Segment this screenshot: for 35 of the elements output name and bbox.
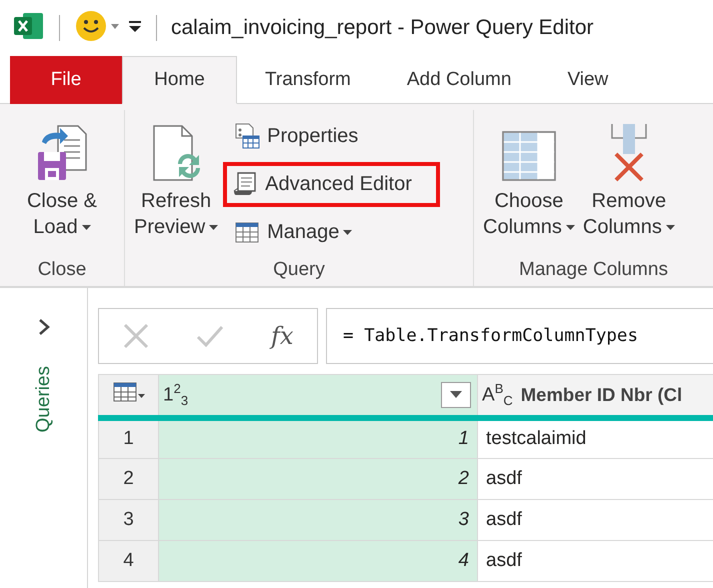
window-title: calaim_invoicing_report - Power Query Editor <box>171 16 594 40</box>
customize-toolbar-icon[interactable] <box>128 18 142 32</box>
table-cell: 4 <box>158 540 478 582</box>
row-number: 2 <box>98 458 158 500</box>
smiley-icon[interactable] <box>74 8 120 42</box>
table-menu-icon[interactable] <box>112 380 146 403</box>
caret-icon <box>450 390 462 399</box>
remove-columns-button[interactable]: Remove Columns <box>580 110 678 255</box>
queries-pane-label[interactable]: Queries <box>32 366 54 433</box>
group-label: Close <box>36 258 88 281</box>
close-load-button[interactable]: Close & Load <box>24 110 100 255</box>
row-number: 4 <box>98 540 158 582</box>
row-number: 3 <box>98 500 158 540</box>
properties-icon <box>233 122 262 150</box>
ribbon-tab[interactable]: Add Column <box>378 56 540 104</box>
table-cell: 2 <box>158 458 478 500</box>
file-tab[interactable]: File <box>10 56 122 104</box>
choose-columns-button[interactable]: Choose Columns <box>480 110 578 255</box>
manage-button[interactable]: Manage <box>223 210 440 255</box>
spreadsheet-app-icon[interactable] <box>13 10 45 40</box>
function-label[interactable]: fx <box>270 322 294 350</box>
ribbon-tab[interactable]: View <box>539 56 636 104</box>
formula-field[interactable]: = Table.TransformColumnTypes <box>326 308 713 364</box>
column-name: Member ID Nbr (Cl <box>520 384 682 406</box>
properties-button[interactable]: Properties <box>223 114 440 158</box>
refresh-button[interactable]: Refresh Preview <box>131 110 222 255</box>
filter-button[interactable] <box>441 382 471 408</box>
table-cell: 3 <box>158 500 478 540</box>
group-label: Manage Columns <box>518 258 669 281</box>
ribbon-tab[interactable]: Home <box>122 56 237 104</box>
checkmark-icon[interactable] <box>196 325 224 347</box>
chevron-right-icon[interactable] <box>38 318 50 336</box>
advanced-editor-button[interactable]: Advanced Editor <box>223 162 440 207</box>
ribbon-tab[interactable]: Transform <box>237 56 379 104</box>
group-label: Query <box>272 258 326 281</box>
